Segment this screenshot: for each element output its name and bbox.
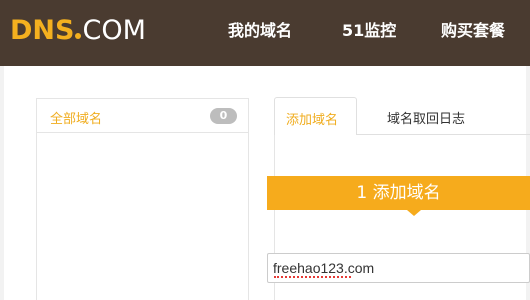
- all-domains-label: 全部域名: [50, 112, 103, 127]
- tab-divider: [357, 134, 530, 135]
- nav-my-domains[interactable]: 我的域名: [228, 0, 292, 58]
- spellcheck-underline: [274, 276, 351, 278]
- domain-input[interactable]: [267, 253, 530, 283]
- all-domains-item[interactable]: 全部域名 0: [37, 99, 249, 133]
- logo-dot-icon: [75, 33, 82, 39]
- nav-buy-plan[interactable]: 购买套餐: [441, 0, 505, 58]
- top-header: DNS COM 我的域名 51监控 购买套餐: [0, 0, 530, 66]
- step-banner: 1 添加域名: [267, 176, 530, 210]
- nav-51-monitor[interactable]: 51监控: [342, 0, 396, 58]
- domain-list-panel: 全部域名 0: [36, 98, 249, 300]
- tab-domain-retrieve-log[interactable]: 域名取回日志: [387, 108, 465, 127]
- tab-add-domain[interactable]: 添加域名: [274, 97, 357, 135]
- logo-dns-text: DNS: [10, 14, 75, 46]
- domain-count-badge: 0: [210, 108, 237, 124]
- step-arrow-icon: [407, 210, 421, 216]
- logo-com-text: COM: [82, 14, 146, 46]
- tab-add-domain-label: 添加域名: [286, 113, 339, 128]
- dnscom-logo[interactable]: DNS COM: [10, 13, 146, 47]
